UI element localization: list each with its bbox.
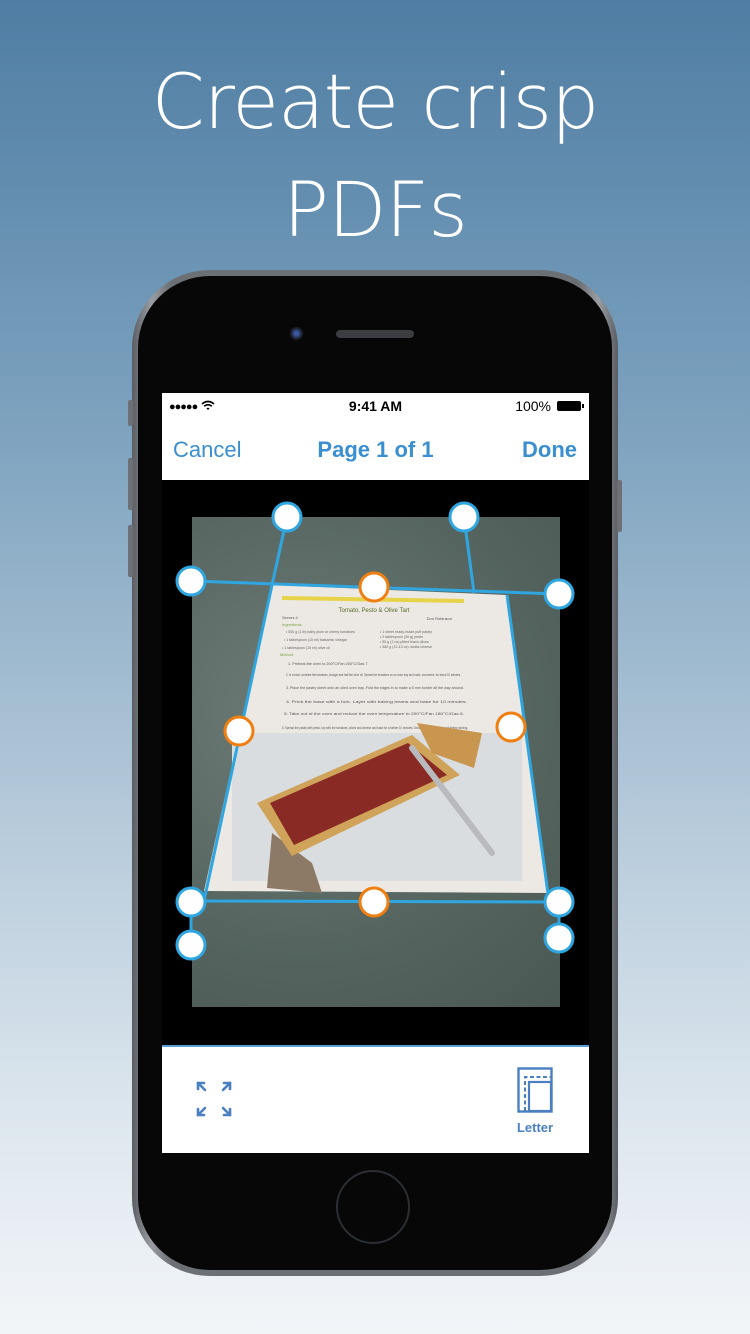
page-size-button[interactable]: Letter bbox=[515, 1067, 555, 1135]
document-crop-canvas: Tomato, Pesto & Olive Tart Serves 4 Don … bbox=[175, 501, 575, 961]
corner-handle-bottom-left[interactable] bbox=[175, 886, 207, 918]
corner-handle-top-left[interactable] bbox=[271, 501, 303, 533]
ingredients-heading: Ingredients bbox=[282, 622, 302, 627]
ingredient-item: • 1 sheet ready-made puff pastry bbox=[380, 630, 432, 634]
ingredients-right: • 1 sheet ready-made puff pastry • 2 tab… bbox=[380, 630, 432, 649]
page-size-label: Letter bbox=[516, 1120, 554, 1135]
page-size-icon bbox=[517, 1067, 553, 1113]
method-step: 2. In a bowl, combine the tomatoes, vine… bbox=[286, 673, 461, 677]
ingredient-item: • 380 g (12-13 oz) ricotta cheese bbox=[380, 645, 432, 649]
midpoint-handle-right[interactable] bbox=[495, 711, 527, 743]
method-step: 1. Preheat the oven to 200°C/Fan 200°C/G… bbox=[288, 662, 369, 666]
ingredient-item: • 500 g (1 lb) baby plum or cherry tomat… bbox=[286, 630, 355, 634]
corner-handle-top-right[interactable] bbox=[448, 501, 480, 533]
document-serves: Serves 4 bbox=[282, 615, 299, 620]
headline-line-2: PDFs bbox=[283, 165, 468, 254]
edge-handle-right-top[interactable] bbox=[543, 578, 575, 610]
ingredient-item: • 2 tablespoon (30 g) pesto bbox=[380, 635, 423, 639]
document-title: Tomato, Pesto & Olive Tart bbox=[339, 608, 410, 614]
method-step: 5. Take out of the oven and reduce the o… bbox=[284, 712, 464, 716]
ingredient-item: • 55 g (2 oz) pitted black olives bbox=[380, 640, 429, 644]
headline-line-1: Create crisp bbox=[151, 57, 600, 146]
app-screen: ●●●●● 9:41 AM 100% Cancel Page 1 of 1 Do… bbox=[162, 393, 589, 1153]
edge-handle-left-top[interactable] bbox=[175, 565, 207, 597]
document-author: Don Robinson bbox=[427, 616, 452, 621]
midpoint-handle-bottom[interactable] bbox=[358, 886, 390, 918]
corner-handle-lower-left[interactable] bbox=[175, 929, 207, 961]
midpoint-handle-top[interactable] bbox=[358, 571, 390, 603]
power-button bbox=[617, 480, 622, 532]
ingredient-item: • 1 tablespoon (15 ml) olive oil bbox=[282, 646, 330, 650]
volume-up-button bbox=[128, 458, 133, 510]
expand-icon[interactable] bbox=[192, 1077, 236, 1121]
headline: Create crisp PDFs bbox=[0, 48, 750, 264]
ingredient-item: • 1 tablespoon (15 ml) balsamic vinegar bbox=[284, 638, 348, 642]
front-camera bbox=[290, 327, 303, 340]
volume-down-button bbox=[128, 525, 133, 577]
corner-handle-lower-right[interactable] bbox=[543, 922, 575, 954]
mute-switch bbox=[128, 400, 133, 426]
earpiece-speaker bbox=[336, 330, 414, 338]
home-button[interactable] bbox=[336, 1170, 410, 1244]
bottom-toolbar: Letter bbox=[162, 1045, 589, 1153]
corner-handle-bottom-right[interactable] bbox=[543, 886, 575, 918]
method-step: 4. Prick the base with a fork. Layer wit… bbox=[286, 700, 467, 704]
midpoint-handle-left[interactable] bbox=[223, 715, 255, 747]
method-heading: Method bbox=[280, 652, 293, 657]
method-step: 3. Place the pastry sheet onto an oiled … bbox=[286, 686, 464, 690]
